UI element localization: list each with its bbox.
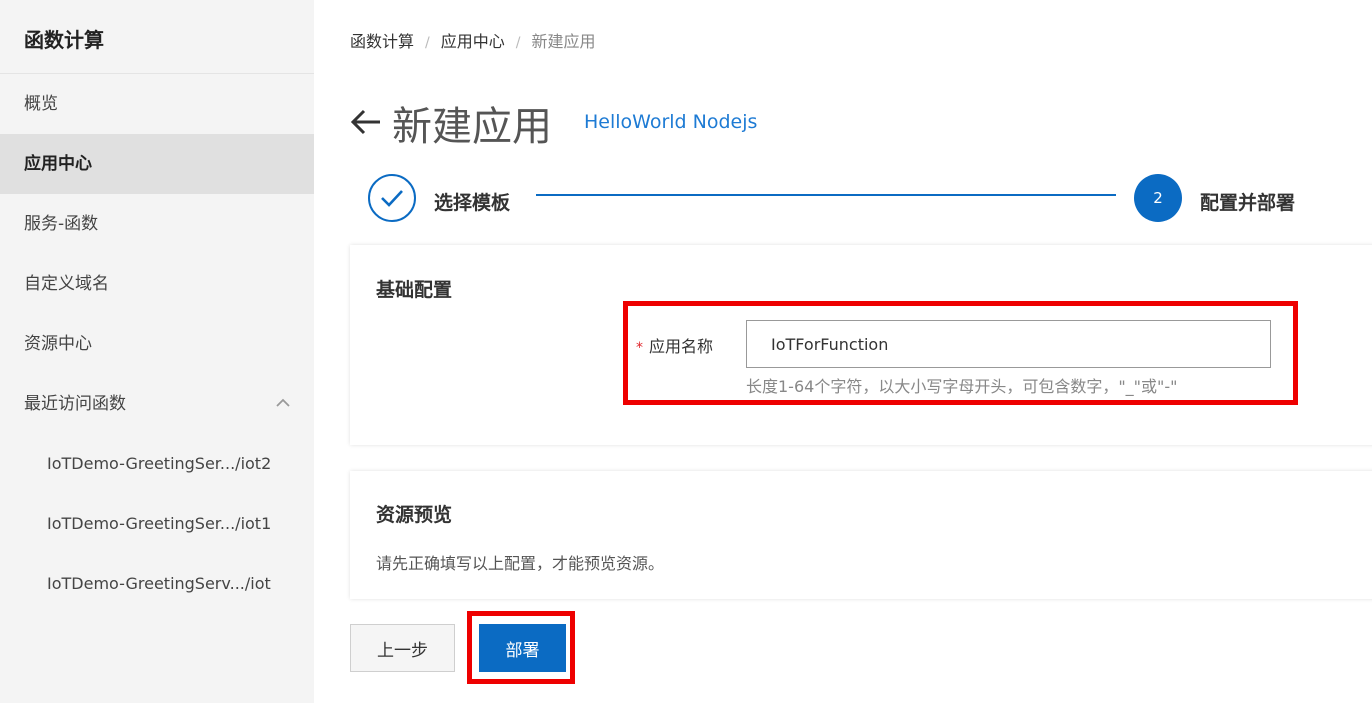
step-1-circle — [368, 174, 416, 222]
check-icon — [381, 190, 403, 207]
resource-preview-panel: 资源预览 请先正确填写以上配置，才能预览资源。 — [350, 471, 1372, 599]
resource-preview-text: 请先正确填写以上配置，才能预览资源。 — [376, 554, 665, 573]
step-connector — [536, 194, 1116, 196]
template-name-link[interactable]: HelloWorld Nodejs — [584, 111, 757, 133]
basic-config-heading: 基础配置 — [376, 279, 453, 301]
step-2-label: 配置并部署 — [1200, 192, 1296, 214]
sidebar-item-custom-domain[interactable]: 自定义域名 — [0, 254, 314, 314]
deploy-button[interactable]: 部署 — [479, 624, 566, 672]
breadcrumb-item-function-compute[interactable]: 函数计算 — [350, 32, 414, 51]
breadcrumb-separator: / — [515, 35, 521, 51]
step-1-label: 选择模板 — [434, 192, 511, 214]
recent-function-item[interactable]: IoTDemo-GreetingServ.../iot — [0, 554, 314, 614]
prev-step-button[interactable]: 上一步 — [350, 624, 455, 672]
sidebar-item-recent-functions[interactable]: 最近访问函数 — [0, 374, 314, 434]
resource-preview-heading: 资源预览 — [376, 504, 453, 526]
step-indicator: 选择模板 2 配置并部署 — [368, 172, 1328, 228]
sidebar-item-service-function[interactable]: 服务-函数 — [0, 194, 314, 254]
sidebar: 函数计算 概览 应用中心 服务-函数 自定义域名 资源中心 最近访问函数 IoT… — [0, 0, 314, 703]
breadcrumb-separator: / — [425, 35, 430, 51]
highlight-box-app-name — [623, 301, 1298, 405]
step-2-circle: 2 — [1134, 174, 1182, 222]
breadcrumb: 函数计算 / 应用中心 / 新建应用 — [350, 28, 595, 52]
back-arrow-icon[interactable] — [350, 106, 382, 138]
breadcrumb-item-app-center[interactable]: 应用中心 — [441, 32, 505, 51]
chevron-up-icon[interactable] — [276, 396, 290, 410]
sidebar-item-app-center[interactable]: 应用中心 — [0, 134, 314, 194]
main-content: 函数计算 / 应用中心 / 新建应用 新建应用 HelloWorld Nodejs 选择… — [314, 0, 1372, 703]
sidebar-title: 函数计算 — [0, 0, 314, 74]
page-title: 新建应用 — [392, 104, 552, 150]
recent-function-item[interactable]: IoTDemo-GreetingSer.../iot1 — [0, 494, 314, 554]
sidebar-item-overview[interactable]: 概览 — [0, 74, 314, 134]
sidebar-item-label: 最近访问函数 — [24, 394, 126, 414]
sidebar-item-resource-center[interactable]: 资源中心 — [0, 314, 314, 374]
recent-function-item[interactable]: IoTDemo-GreetingSer.../iot2 — [0, 434, 314, 494]
breadcrumb-item-current: 新建应用 — [531, 32, 596, 51]
